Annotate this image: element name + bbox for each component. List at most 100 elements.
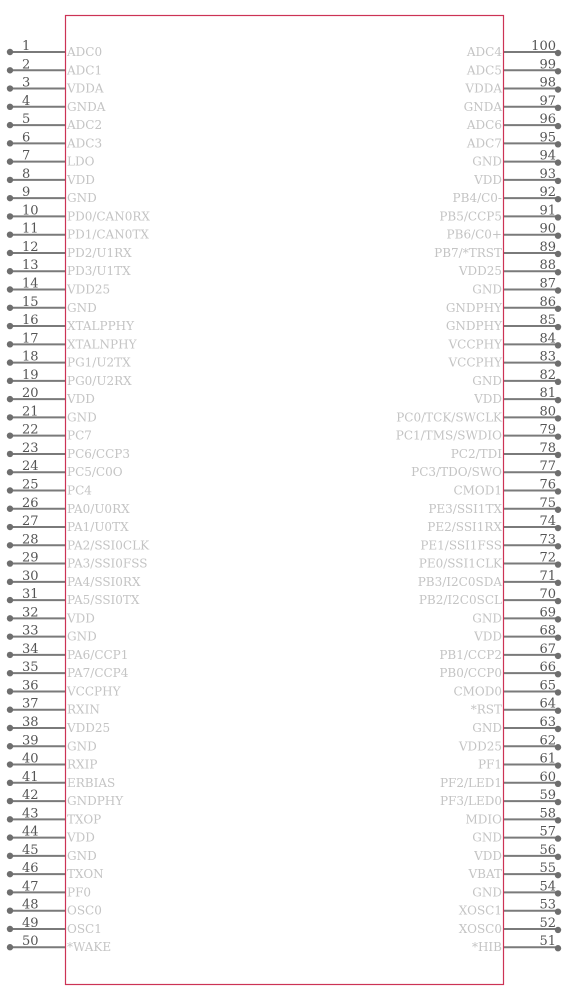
pin-name: VDD: [66, 831, 95, 845]
pin-endpoint-dot[interactable]: [6, 48, 14, 56]
pin-number: 94: [539, 149, 556, 164]
pin-endpoint-dot[interactable]: [6, 432, 14, 439]
pin-endpoint-dot[interactable]: [6, 523, 14, 531]
pin-endpoint-dot[interactable]: [6, 450, 14, 458]
pin-endpoint-dot[interactable]: [6, 231, 14, 238]
pin-name: ADC7: [466, 136, 502, 150]
pin-endpoint-dot[interactable]: [6, 797, 14, 805]
pin-endpoint-dot[interactable]: [6, 816, 14, 823]
pin-endpoint-dot[interactable]: [6, 596, 14, 604]
pin-right: 81 VDD: [473, 386, 562, 406]
pin-number: 78: [539, 441, 556, 456]
pin-left: 2 ADC1: [6, 57, 102, 77]
pin-name: PB7/*TRST: [434, 246, 502, 260]
pin-endpoint-dot[interactable]: [6, 852, 14, 860]
pin-name: VDD: [66, 173, 95, 187]
pin-endpoint-dot[interactable]: [6, 615, 14, 622]
pin-endpoint-dot[interactable]: [6, 560, 14, 567]
left-pin-group: 1 ADC0 2 ADC1 3 VDDA 4 GNDA 5 ADC2 6 ADC3 7 LDO 8 VDD 9 G…: [6, 39, 150, 954]
pin-number: 14: [22, 277, 39, 292]
pin-name: VDD: [473, 173, 502, 187]
pin-endpoint-dot[interactable]: [6, 688, 14, 695]
pin-number: 7: [22, 149, 30, 164]
pin-number: 36: [22, 678, 39, 693]
pin-name: PB5/CCP5: [439, 209, 502, 223]
pin-name: OSC0: [67, 904, 102, 918]
pin-endpoint-dot[interactable]: [6, 669, 14, 677]
pin-endpoint-dot[interactable]: [6, 194, 14, 202]
pin-name: *WAKE: [67, 940, 111, 954]
pin-endpoint-dot[interactable]: [6, 743, 14, 750]
pin-endpoint-dot[interactable]: [6, 286, 14, 293]
pin-name: VDD25: [66, 283, 110, 297]
pin-endpoint-dot[interactable]: [6, 85, 14, 92]
pin-number: 60: [539, 770, 556, 785]
pin-endpoint-dot[interactable]: [6, 944, 14, 951]
pin-name: PA2/SSI0CLK: [67, 538, 150, 552]
pin-name: VCCPHY: [448, 356, 504, 370]
pin-number: 61: [539, 752, 556, 767]
pin-left: 26 PA0/U0RX: [6, 496, 130, 516]
pin-endpoint-dot[interactable]: [6, 304, 14, 311]
pin-endpoint-dot[interactable]: [6, 633, 14, 640]
pin-endpoint-dot[interactable]: [6, 779, 14, 786]
pin-endpoint-dot[interactable]: [6, 761, 14, 768]
pin-name: PD1/CAN0TX: [67, 228, 149, 242]
pin-number: 98: [539, 76, 556, 91]
pin-name: LDO: [67, 155, 95, 169]
pin-right: 94 GND: [472, 149, 562, 169]
pin-endpoint-dot[interactable]: [6, 158, 14, 165]
pin-endpoint-dot[interactable]: [6, 395, 14, 403]
pin-endpoint-dot[interactable]: [6, 268, 14, 275]
pin-endpoint-dot[interactable]: [6, 322, 14, 330]
pin-name: VCCPHY: [448, 337, 504, 351]
pin-endpoint-dot[interactable]: [6, 140, 14, 147]
pin-endpoint-dot[interactable]: [6, 889, 14, 896]
pin-endpoint-dot[interactable]: [6, 542, 14, 549]
pin-number: 63: [539, 715, 556, 730]
pin-endpoint-dot[interactable]: [6, 907, 14, 914]
pin-name: PD0/CAN0RX: [67, 209, 150, 223]
pin-endpoint-dot[interactable]: [6, 578, 14, 586]
pin-endpoint-dot[interactable]: [6, 213, 14, 220]
pin-endpoint-dot[interactable]: [6, 487, 14, 494]
pin-endpoint-dot[interactable]: [6, 870, 14, 878]
pin-endpoint-dot[interactable]: [6, 67, 14, 74]
pin-number: 28: [22, 532, 39, 547]
pin-left: 38 VDD25: [6, 715, 110, 735]
pin-name: PF3/LED0: [440, 794, 502, 808]
pin-number: 73: [539, 532, 556, 547]
pin-right: 52 XOSC0: [459, 916, 562, 936]
pin-number: 10: [22, 203, 39, 218]
pin-number: 21: [22, 404, 39, 419]
pin-endpoint-dot[interactable]: [6, 414, 14, 421]
pin-endpoint-dot[interactable]: [6, 834, 14, 841]
pin-endpoint-dot[interactable]: [6, 249, 14, 257]
pin-number: 62: [539, 733, 556, 748]
pin-number: 66: [539, 660, 556, 675]
pin-name: PE3/SSI1TX: [428, 502, 502, 516]
pin-endpoint-dot[interactable]: [6, 359, 14, 366]
pin-endpoint-dot[interactable]: [6, 176, 14, 184]
pin-left: 13 PD3/U1TX: [6, 258, 131, 278]
pin-endpoint-dot[interactable]: [6, 121, 14, 129]
pin-endpoint-dot[interactable]: [6, 724, 14, 732]
pin-endpoint-dot[interactable]: [6, 651, 14, 659]
pin-endpoint-dot[interactable]: [6, 103, 14, 111]
pin-number: 15: [22, 295, 39, 310]
pin-number: 84: [539, 331, 556, 346]
pin-endpoint-dot[interactable]: [6, 706, 14, 713]
pin-endpoint-dot[interactable]: [6, 505, 14, 512]
pin-endpoint-dot[interactable]: [6, 469, 14, 476]
pin-endpoint-dot[interactable]: [6, 925, 14, 933]
pin-name: ADC0: [66, 45, 102, 59]
pin-endpoint-dot[interactable]: [6, 377, 14, 385]
pin-left: 30 PA4/SSI0RX: [6, 569, 141, 589]
pin-left: 29 PA3/SSI0FSS: [6, 551, 147, 571]
pin-endpoint-dot[interactable]: [6, 341, 14, 348]
pin-name: PA6/CCP1: [67, 648, 128, 662]
pin-right: 64 *RST: [471, 697, 562, 717]
pin-name: GND: [472, 283, 502, 297]
pin-right: 100 ADC4: [466, 39, 562, 59]
pin-number: 59: [539, 788, 556, 803]
